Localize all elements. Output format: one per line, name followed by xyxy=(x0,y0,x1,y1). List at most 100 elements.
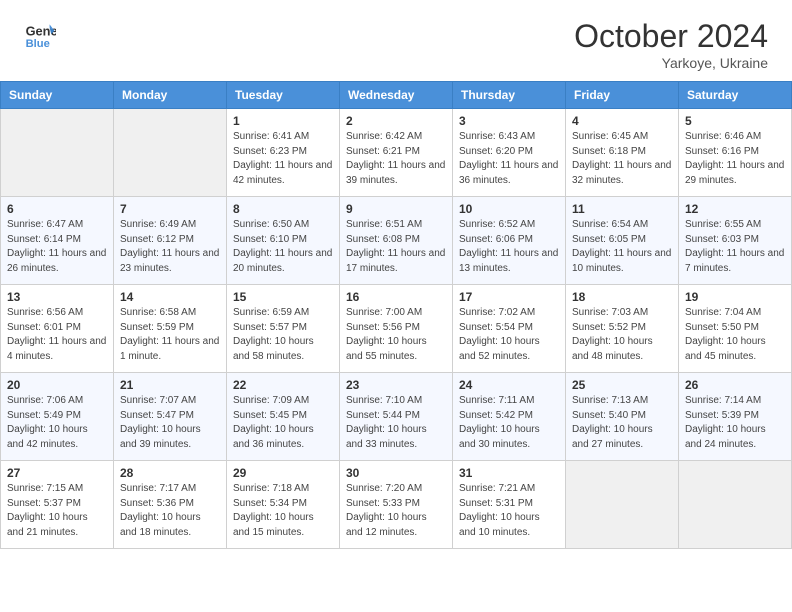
day-info: Sunrise: 7:17 AMSunset: 5:36 PMDaylight:… xyxy=(120,482,220,540)
day-info: Sunrise: 6:50 AMSunset: 6:10 PMDaylight:… xyxy=(233,218,333,276)
weekday-header-tuesday: Tuesday xyxy=(227,82,340,109)
day-info: Sunrise: 7:07 AMSunset: 5:47 PMDaylight:… xyxy=(120,394,220,452)
calendar-cell: 11 Sunrise: 6:54 AMSunset: 6:05 PMDayligh… xyxy=(566,197,679,285)
calendar-cell: 19Sunrise: 7:04 AMSunset: 5:50 PMDayligh… xyxy=(679,285,792,373)
calendar-cell: 14Sunrise: 6:58 AMSunset: 5:59 PMDayligh… xyxy=(114,285,227,373)
svg-text:Blue: Blue xyxy=(26,38,50,50)
weekday-header-sunday: Sunday xyxy=(1,82,114,109)
day-number: 25 xyxy=(572,378,672,392)
calendar-cell: 25 Sunrise: 7:13 AMSunset: 5:40 PMDayligh… xyxy=(566,373,679,461)
calendar-cell: 5 Sunrise: 6:46 AMSunset: 6:16 PMDaylight… xyxy=(679,109,792,197)
weekday-header-wednesday: Wednesday xyxy=(340,82,453,109)
day-number: 10 xyxy=(459,202,559,216)
day-info: Sunrise: 6:55 AMSunset: 6:03 PMDaylight:… xyxy=(685,218,785,276)
day-info: Sunrise: 6:43 AMSunset: 6:20 PMDaylight:… xyxy=(459,130,559,188)
calendar-cell: 31Sunrise: 7:21 AMSunset: 5:31 PMDayligh… xyxy=(453,461,566,549)
calendar-cell: 22Sunrise: 7:09 AMSunset: 5:45 PMDayligh… xyxy=(227,373,340,461)
calendar-cell: 3 Sunrise: 6:43 AMSunset: 6:20 PMDaylight… xyxy=(453,109,566,197)
day-info: Sunrise: 7:10 AMSunset: 5:44 PMDaylight:… xyxy=(346,394,446,452)
weekday-header-thursday: Thursday xyxy=(453,82,566,109)
day-info: Sunrise: 7:06 AMSunset: 5:49 PMDaylight:… xyxy=(7,394,107,452)
day-number: 30 xyxy=(346,466,446,480)
title-block: October 2024 Yarkoye, Ukraine xyxy=(574,18,768,71)
day-info: Sunrise: 7:00 AMSunset: 5:56 PMDaylight:… xyxy=(346,306,446,364)
day-number: 18 xyxy=(572,290,672,304)
day-info: Sunrise: 6:56 AMSunset: 6:01 PMDaylight:… xyxy=(7,306,107,364)
calendar-cell: 7 Sunrise: 6:49 AMSunset: 6:12 PMDaylight… xyxy=(114,197,227,285)
weekday-header-monday: Monday xyxy=(114,82,227,109)
calendar-cell: 30 Sunrise: 7:20 AMSunset: 5:33 PMDayligh… xyxy=(340,461,453,549)
calendar-cell: 24 Sunrise: 7:11 AMSunset: 5:42 PMDayligh… xyxy=(453,373,566,461)
day-info: Sunrise: 6:42 AMSunset: 6:21 PMDaylight:… xyxy=(346,130,446,188)
day-number: 23 xyxy=(346,378,446,392)
day-number: 4 xyxy=(572,114,672,128)
logo-icon: General Blue xyxy=(24,18,56,50)
day-number: 14 xyxy=(120,290,220,304)
day-info: Sunrise: 7:15 AMSunset: 5:37 PMDaylight:… xyxy=(7,482,107,540)
day-number: 8 xyxy=(233,202,333,216)
calendar-cell: 16 Sunrise: 7:00 AMSunset: 5:56 PMDayligh… xyxy=(340,285,453,373)
calendar-cell: 17 Sunrise: 7:02 AMSunset: 5:54 PMDayligh… xyxy=(453,285,566,373)
calendar-cell: 18Sunrise: 7:03 AMSunset: 5:52 PMDayligh… xyxy=(566,285,679,373)
day-info: Sunrise: 6:47 AMSunset: 6:14 PMDaylight:… xyxy=(7,218,107,276)
calendar-cell: 9 Sunrise: 6:51 AMSunset: 6:08 PMDaylight… xyxy=(340,197,453,285)
location-title: Yarkoye, Ukraine xyxy=(574,55,768,71)
calendar-week-5: 27Sunrise: 7:15 AMSunset: 5:37 PMDayligh… xyxy=(1,461,792,549)
calendar-week-2: 6 Sunrise: 6:47 AMSunset: 6:14 PMDaylight… xyxy=(1,197,792,285)
calendar-cell xyxy=(114,109,227,197)
calendar-week-3: 13Sunrise: 6:56 AMSunset: 6:01 PMDayligh… xyxy=(1,285,792,373)
page-header: General Blue October 2024 Yarkoye, Ukrai… xyxy=(0,0,792,81)
calendar-week-1: 1 Sunrise: 6:41 AMSunset: 6:23 PMDaylight… xyxy=(1,109,792,197)
calendar-cell: 13Sunrise: 6:56 AMSunset: 6:01 PMDayligh… xyxy=(1,285,114,373)
day-number: 12 xyxy=(685,202,785,216)
logo: General Blue xyxy=(24,18,60,50)
day-number: 2 xyxy=(346,114,446,128)
day-info: Sunrise: 6:54 AMSunset: 6:05 PMDaylight:… xyxy=(572,218,672,276)
day-number: 20 xyxy=(7,378,107,392)
day-number: 3 xyxy=(459,114,559,128)
day-info: Sunrise: 7:11 AMSunset: 5:42 PMDaylight:… xyxy=(459,394,559,452)
weekday-header-saturday: Saturday xyxy=(679,82,792,109)
calendar-cell xyxy=(566,461,679,549)
day-info: Sunrise: 7:13 AMSunset: 5:40 PMDaylight:… xyxy=(572,394,672,452)
day-info: Sunrise: 7:04 AMSunset: 5:50 PMDaylight:… xyxy=(685,306,785,364)
calendar-cell: 6 Sunrise: 6:47 AMSunset: 6:14 PMDaylight… xyxy=(1,197,114,285)
day-info: Sunrise: 6:41 AMSunset: 6:23 PMDaylight:… xyxy=(233,130,333,188)
day-info: Sunrise: 7:02 AMSunset: 5:54 PMDaylight:… xyxy=(459,306,559,364)
day-number: 17 xyxy=(459,290,559,304)
calendar-cell: 10 Sunrise: 6:52 AMSunset: 6:06 PMDayligh… xyxy=(453,197,566,285)
calendar-cell: 21 Sunrise: 7:07 AMSunset: 5:47 PMDayligh… xyxy=(114,373,227,461)
calendar-cell: 4 Sunrise: 6:45 AMSunset: 6:18 PMDaylight… xyxy=(566,109,679,197)
day-number: 6 xyxy=(7,202,107,216)
day-number: 11 xyxy=(572,202,672,216)
calendar-header-row: SundayMondayTuesdayWednesdayThursdayFrid… xyxy=(1,82,792,109)
calendar-cell: 2 Sunrise: 6:42 AMSunset: 6:21 PMDaylight… xyxy=(340,109,453,197)
day-info: Sunrise: 6:46 AMSunset: 6:16 PMDaylight:… xyxy=(685,130,785,188)
day-info: Sunrise: 7:09 AMSunset: 5:45 PMDaylight:… xyxy=(233,394,333,452)
day-number: 31 xyxy=(459,466,559,480)
day-info: Sunrise: 6:52 AMSunset: 6:06 PMDaylight:… xyxy=(459,218,559,276)
calendar-cell xyxy=(1,109,114,197)
day-info: Sunrise: 6:49 AMSunset: 6:12 PMDaylight:… xyxy=(120,218,220,276)
day-info: Sunrise: 7:18 AMSunset: 5:34 PMDaylight:… xyxy=(233,482,333,540)
calendar-cell: 27Sunrise: 7:15 AMSunset: 5:37 PMDayligh… xyxy=(1,461,114,549)
day-info: Sunrise: 6:51 AMSunset: 6:08 PMDaylight:… xyxy=(346,218,446,276)
calendar-week-4: 20 Sunrise: 7:06 AMSunset: 5:49 PMDayligh… xyxy=(1,373,792,461)
day-number: 16 xyxy=(346,290,446,304)
day-number: 7 xyxy=(120,202,220,216)
weekday-header-friday: Friday xyxy=(566,82,679,109)
day-number: 9 xyxy=(346,202,446,216)
day-number: 24 xyxy=(459,378,559,392)
day-number: 21 xyxy=(120,378,220,392)
calendar-cell: 23 Sunrise: 7:10 AMSunset: 5:44 PMDayligh… xyxy=(340,373,453,461)
day-number: 29 xyxy=(233,466,333,480)
day-number: 1 xyxy=(233,114,333,128)
day-info: Sunrise: 6:45 AMSunset: 6:18 PMDaylight:… xyxy=(572,130,672,188)
day-number: 5 xyxy=(685,114,785,128)
calendar-cell: 28 Sunrise: 7:17 AMSunset: 5:36 PMDayligh… xyxy=(114,461,227,549)
day-info: Sunrise: 7:14 AMSunset: 5:39 PMDaylight:… xyxy=(685,394,785,452)
day-number: 28 xyxy=(120,466,220,480)
day-number: 15 xyxy=(233,290,333,304)
day-number: 26 xyxy=(685,378,785,392)
day-info: Sunrise: 7:20 AMSunset: 5:33 PMDaylight:… xyxy=(346,482,446,540)
